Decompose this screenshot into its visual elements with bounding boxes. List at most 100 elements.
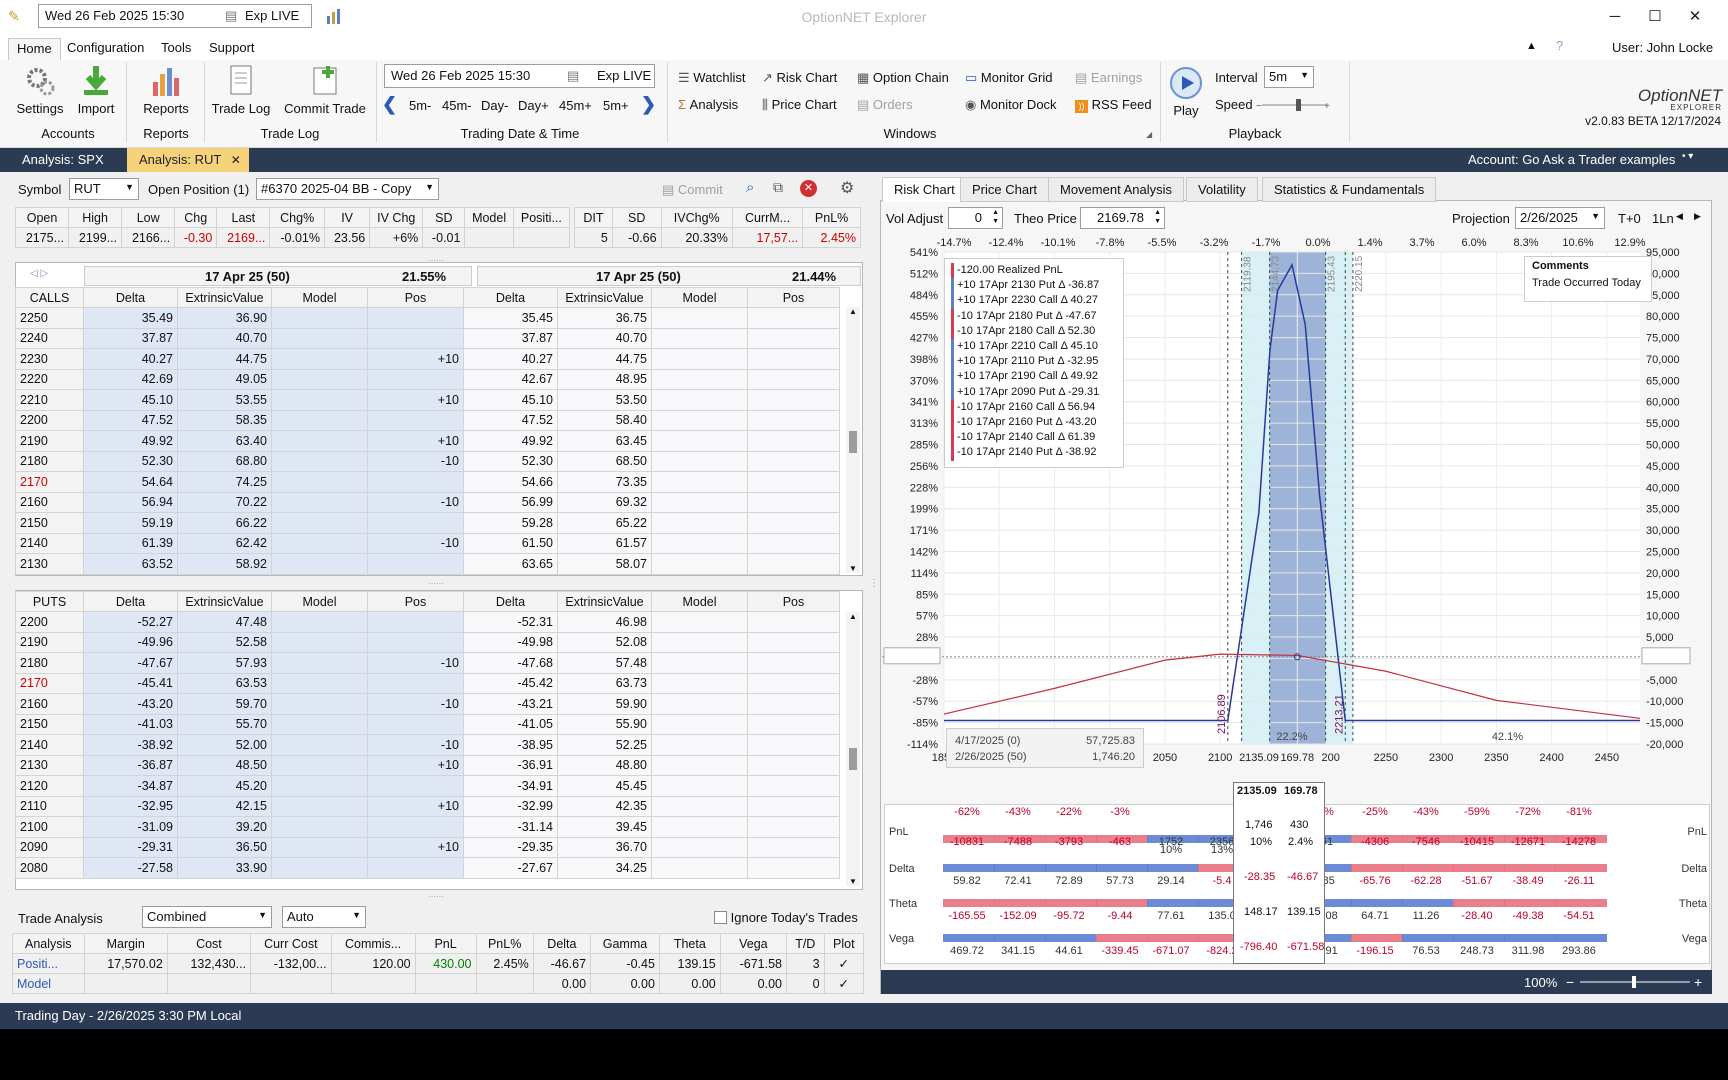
chain-cell[interactable] [651,652,748,674]
chain-cell[interactable]: 45.10 [83,389,178,411]
chain-cell[interactable]: -32.99 [463,795,558,817]
chain-cell[interactable]: -52.27 [83,611,178,633]
vol-adjust-input[interactable]: 0 ▲ ▼ [948,207,1003,229]
chain-cell[interactable] [747,532,840,554]
chain-cell[interactable]: 52.30 [83,450,178,472]
chain-cell[interactable] [271,775,368,797]
chain-cell[interactable]: 36.50 [177,836,272,858]
chain-row[interactable]: 2150 59.19 66.22 59.28 65.22 [15,512,840,534]
chain-cell[interactable]: 73.35 [557,471,652,493]
splitter-grip[interactable]: ⋯⋯ [428,892,444,901]
close-tab-icon[interactable]: ✕ [231,153,241,167]
symbol-select[interactable]: RUT ▼ [69,178,139,200]
strike-cell[interactable]: 2120 [15,775,84,797]
chain-cell[interactable] [271,471,368,493]
chain-cell[interactable]: 45.20 [177,775,272,797]
strike-cell[interactable]: 2220 [15,368,84,390]
chain-cell[interactable] [367,327,464,349]
chain-cell[interactable] [747,450,840,472]
chain-row[interactable]: 2150 -41.03 55.70 -41.05 55.90 [15,713,840,735]
chain-cell[interactable]: 56.99 [463,491,558,513]
calendar-icon[interactable]: ▤ [567,68,579,84]
chain-cell[interactable]: -52.31 [463,611,558,633]
chain-cell[interactable] [747,471,840,493]
strike-cell[interactable]: 2130 [15,553,84,575]
chain-cell[interactable] [651,389,748,411]
collapse-ribbon-icon[interactable]: ▲ [1526,40,1537,52]
strike-cell[interactable]: 2200 [15,611,84,633]
chain-cell[interactable]: 57.48 [557,652,652,674]
ta-row[interactable]: Model 0.00 0.00 0.00 0.00 0 ✓ [12,973,865,994]
chain-cell[interactable]: -38.92 [83,734,178,756]
menu-configuration[interactable]: Configuration [59,38,152,60]
chain-cell[interactable]: 68.50 [557,450,652,472]
strike-cell[interactable]: 2230 [15,348,84,370]
chain-cell[interactable] [747,512,840,534]
chain-cell[interactable]: -34.91 [463,775,558,797]
chain-cell[interactable]: 52.58 [177,631,272,653]
chain-cell[interactable]: 63.65 [463,553,558,575]
chain-cell[interactable] [747,836,840,858]
chain-cell[interactable] [367,512,464,534]
chain-row[interactable]: 2230 40.27 44.75 +10 40.27 44.75 [15,348,840,370]
strike-cell[interactable]: 2130 [15,754,84,776]
chain-cell[interactable]: 40.27 [83,348,178,370]
chain-cell[interactable]: 58.07 [557,553,652,575]
chain-cell[interactable]: 52.00 [177,734,272,756]
chain-cell[interactable]: -27.67 [463,857,558,879]
chain-cell[interactable] [651,430,748,452]
splitter-grip[interactable]: ⋯⋯ [428,256,444,265]
chain-cell[interactable]: 42.15 [177,795,272,817]
strike-cell[interactable]: 2180 [15,652,84,674]
chain-cell[interactable] [651,631,748,653]
chain-row[interactable]: 2200 -52.27 47.48 -52.31 46.98 [15,611,840,633]
chain-cell[interactable] [367,611,464,633]
step-back-icon[interactable]: ❮ [382,94,397,115]
tab-menu-icon[interactable]: • ▾ [1682,151,1693,162]
help-icon[interactable]: ? [1556,38,1563,53]
chain-cell[interactable] [271,631,368,653]
chain-cell[interactable]: 39.20 [177,816,272,838]
chain-cell[interactable]: 63.45 [557,430,652,452]
chain-cell[interactable] [651,532,748,554]
chain-cell[interactable] [747,389,840,411]
chain-cell[interactable] [367,775,464,797]
chain-cell[interactable] [271,857,368,879]
chain-cell[interactable]: -29.31 [83,836,178,858]
chain-cell[interactable]: 36.75 [557,307,652,329]
chain-cell[interactable] [651,672,748,694]
chain-cell[interactable] [651,409,748,431]
chain-cell[interactable] [651,307,748,329]
chain-cell[interactable]: 55.90 [557,713,652,735]
chain-cell[interactable] [651,816,748,838]
strike-cell[interactable]: 2160 [15,491,84,513]
settings-gear-icon[interactable]: ⚙ [840,178,854,198]
chain-cell[interactable] [271,491,368,513]
spinner-icon[interactable]: ▲ ▼ [1154,208,1161,226]
chain-row[interactable]: 2250 35.49 36.90 35.45 36.75 [15,307,840,329]
import-button[interactable]: Import [72,64,120,116]
chain-cell[interactable]: 55.70 [177,713,272,735]
next-icon[interactable]: ▶ [1694,211,1701,222]
chain-cell[interactable] [271,409,368,431]
play-button[interactable]: Play [1166,66,1206,118]
scroll-thumb[interactable] [849,748,857,770]
chain-cell[interactable] [651,368,748,390]
chain-cell[interactable]: 36.70 [557,836,652,858]
chain-cell[interactable] [651,611,748,633]
puts-scrollbar[interactable]: ▲ ▼ [846,612,860,886]
chain-cell[interactable]: 59.19 [83,512,178,534]
menu-tools[interactable]: Tools [153,38,199,60]
chain-cell[interactable]: 49.05 [177,368,272,390]
strike-cell[interactable]: 2250 [15,307,84,329]
position-select[interactable]: #6370 2025-04 BB - Copy ▼ [256,178,439,200]
chain-cell[interactable] [367,816,464,838]
chain-cell[interactable]: -10 [367,734,464,756]
chain-cell[interactable]: -10 [367,652,464,674]
step-45m-forward[interactable]: 45m+ [559,98,592,113]
chain-row[interactable]: 2170 -45.41 63.53 -45.42 63.73 [15,672,840,694]
ignore-todays-trades-checkbox[interactable]: Ignore Today's Trades [714,910,858,925]
chain-cell[interactable]: 62.42 [177,532,272,554]
chain-row[interactable]: 2210 45.10 53.55 +10 45.10 53.50 [15,389,840,411]
strike-cell[interactable]: 2090 [15,836,84,858]
